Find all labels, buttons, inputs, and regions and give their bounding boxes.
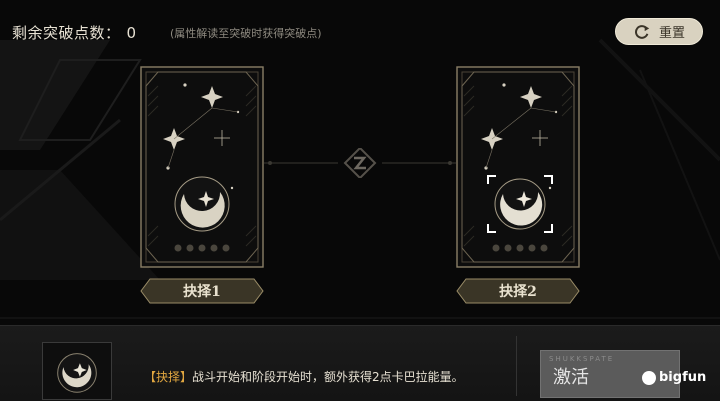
bigfun-watermark: bigfun (642, 370, 706, 385)
choose-button-2[interactable]: 抉择2 (456, 278, 580, 304)
skill-thumbnail (42, 342, 112, 400)
connector-emblem (264, 148, 456, 178)
reset-button[interactable]: 重置 (615, 18, 703, 45)
moon-icon (57, 353, 97, 393)
top-bar: 剩余突破点数： 0 (属性解读至突破时获得突破点) 重置 (0, 0, 720, 60)
panel-divider (516, 336, 517, 396)
card-art (456, 66, 580, 268)
bigfun-logo-icon (642, 370, 656, 385)
refresh-icon (635, 24, 650, 39)
choose-label-1: 抉择1 (183, 284, 221, 300)
points-label: 剩余突破点数： (12, 24, 121, 42)
choice-tag: 【抉择】 (144, 370, 193, 384)
points-hint: (属性解读至突破时获得突破点) (170, 27, 322, 40)
points-value: 0 (126, 24, 137, 42)
activate-deco-text: SHUKKSPATE (549, 355, 615, 363)
choose-button-1[interactable]: 抉择1 (140, 278, 264, 304)
choice-card-1[interactable] (140, 66, 264, 268)
watermark-text: bigfun (659, 370, 707, 385)
reset-label: 重置 (658, 26, 685, 41)
breakthrough-points: 剩余突破点数： 0 (12, 22, 137, 43)
choice-effect-text: 战斗开始和阶段开始时，额外获得2点卡巴拉能量。 (192, 370, 464, 384)
card-art (140, 66, 264, 268)
detail-panel: 【抉择】战斗开始和阶段开始时，额外获得2点卡巴拉能量。 SHUKKSPATE 激… (0, 325, 720, 401)
choice-card-2[interactable] (456, 66, 580, 268)
choose-label-2: 抉择2 (499, 284, 537, 300)
choice-description: 【抉择】战斗开始和阶段开始时，额外获得2点卡巴拉能量。 (144, 368, 464, 385)
activate-label: 激活 (553, 367, 589, 388)
